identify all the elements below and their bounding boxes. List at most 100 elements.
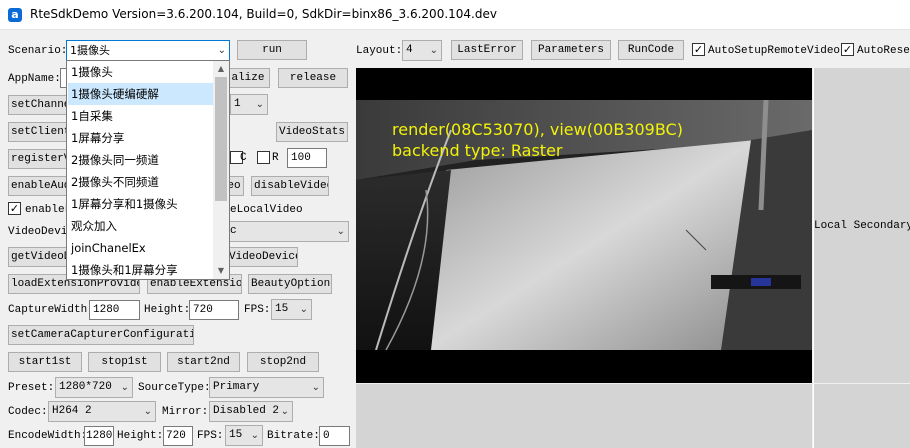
- dropdown-item[interactable]: 1摄像头和1屏幕分享: [68, 259, 213, 279]
- dropdown-item[interactable]: 1自采集: [68, 105, 213, 127]
- codec-select[interactable]: H264 2 ⌄: [48, 401, 156, 422]
- app-icon: a: [8, 8, 22, 22]
- enable-local-checkbox[interactable]: ✓: [8, 202, 21, 215]
- preset-label: Preset:: [8, 382, 55, 394]
- scenario-dropdown-list: 1摄像头 1摄像头硬编硬解 1自采集 1屏幕分享 2摄像头同一频道 2摄像头不同…: [66, 60, 230, 280]
- encode-height-input[interactable]: 720: [163, 426, 193, 446]
- encode-fps-label: FPS:: [197, 430, 224, 442]
- fps-value: 15: [275, 303, 289, 315]
- dropdown-item[interactable]: 1屏幕分享: [68, 127, 213, 149]
- stop2nd-button[interactable]: stop2nd: [247, 352, 319, 372]
- title-bar: a RteSdkDemo Version=3.6.200.104, Build=…: [0, 0, 910, 30]
- remote-video-view-2: [813, 384, 910, 448]
- chevron-down-icon: ⌄: [120, 382, 129, 393]
- preset-select[interactable]: 1280*720 ⌄: [55, 377, 133, 398]
- local-video-view: render(08C53070), view(00B309BC) backend…: [356, 68, 812, 383]
- enable-local-label: enableL: [25, 204, 72, 216]
- encode-width-input[interactable]: 1280: [84, 426, 114, 446]
- initialize-button[interactable]: alize: [226, 68, 270, 88]
- video-device-select[interactable]: c ⌄: [226, 221, 349, 242]
- disable-video-button[interactable]: disableVideo: [251, 176, 329, 196]
- video-device-button[interactable]: VideoDevice: [226, 247, 298, 267]
- dropdown-item-selected[interactable]: 1摄像头硬编硬解: [68, 83, 213, 105]
- layout-label: Layout:: [356, 45, 403, 57]
- set-channel-button[interactable]: setChanne: [8, 95, 68, 115]
- local-video-label: eLocalVideo: [230, 204, 303, 216]
- mirror-value: Disabled 2: [213, 405, 280, 417]
- video-device-label: VideoDevic: [8, 226, 75, 238]
- dropdown-item[interactable]: 2摄像头不同频道: [68, 171, 213, 193]
- dropdown-item[interactable]: 1屏幕分享和1摄像头: [68, 193, 213, 215]
- auto-setup-remote-video-label: AutoSetupRemoteVideo: [708, 45, 841, 57]
- video-stats-button[interactable]: VideoStats: [276, 122, 348, 142]
- start2nd-button[interactable]: start2nd: [167, 352, 240, 372]
- render-info-overlay: render(08C53070), view(00B309BC): [392, 120, 683, 139]
- backend-type-overlay: backend type: Raster: [392, 141, 563, 160]
- appname-label: AppName:: [8, 73, 61, 85]
- chevron-down-icon: ⌄: [336, 226, 345, 237]
- chevron-down-icon: ⌄: [280, 406, 289, 417]
- channel-value: 1: [234, 98, 241, 110]
- auto-reset-checkbox[interactable]: ✓: [841, 43, 854, 56]
- chevron-down-icon: ⌄: [429, 45, 438, 56]
- fps-select[interactable]: 15 ⌄: [271, 299, 312, 320]
- chevron-down-icon: ⌄: [311, 382, 320, 393]
- scroll-up-arrow-icon[interactable]: ▲: [213, 61, 229, 77]
- chevron-down-icon: ⌄: [217, 45, 226, 56]
- encode-fps-select[interactable]: 15 ⌄: [225, 425, 263, 446]
- chevron-down-icon: ⌄: [255, 99, 264, 110]
- parameters-button[interactable]: Parameters: [531, 40, 611, 60]
- source-type-value: Primary: [213, 381, 260, 393]
- run-code-button[interactable]: RunCode: [618, 40, 684, 60]
- local-secondary-label: Local Secondary: [814, 220, 910, 232]
- dropdown-scrollbar[interactable]: ▲ ▼: [213, 61, 229, 279]
- layout-value: 4: [406, 44, 413, 56]
- bitrate-input[interactable]: 0: [319, 426, 350, 446]
- codec-label: Codec:: [8, 406, 48, 418]
- chevron-down-icon: ⌄: [143, 406, 152, 417]
- scrollbar-thumb[interactable]: [215, 77, 227, 201]
- scenario-value: 1摄像头: [70, 44, 110, 57]
- get-video-device-button[interactable]: getVideoD: [8, 247, 68, 267]
- mirror-label: Mirror:: [162, 406, 209, 418]
- channel-select[interactable]: 1 ⌄: [230, 94, 268, 115]
- chevron-down-icon: ⌄: [250, 430, 259, 441]
- c-label: C: [240, 152, 247, 164]
- register-button[interactable]: registerV: [8, 149, 68, 169]
- scenario-label: Scenario:: [8, 45, 68, 57]
- preset-value: 1280*720: [59, 381, 112, 393]
- scroll-down-arrow-icon[interactable]: ▼: [213, 263, 229, 279]
- release-button[interactable]: release: [278, 68, 348, 88]
- mirror-select[interactable]: Disabled 2 ⌄: [209, 401, 293, 422]
- encode-height-label: Height:: [117, 430, 164, 442]
- run-button[interactable]: run: [237, 40, 307, 60]
- auto-setup-remote-video-checkbox[interactable]: ✓: [692, 43, 705, 56]
- set-camera-capturer-configuration-button[interactable]: setCameraCapturerConfiguration: [8, 325, 194, 345]
- encode-width-label: EncodeWidth:: [8, 430, 88, 442]
- remote-video-view-1: [356, 384, 812, 448]
- stop1st-button[interactable]: stop1st: [88, 352, 161, 372]
- chevron-down-icon: ⌄: [299, 304, 308, 315]
- r-checkbox[interactable]: [257, 151, 270, 164]
- dropdown-item[interactable]: joinChanelEx: [68, 237, 213, 259]
- dropdown-item[interactable]: 2摄像头同一频道: [68, 149, 213, 171]
- capture-height-input[interactable]: 720: [189, 300, 239, 320]
- r-label: R: [272, 152, 279, 164]
- layout-select[interactable]: 4 ⌄: [402, 40, 442, 61]
- auto-reset-label: AutoReset: [857, 45, 910, 57]
- capture-height-label: Height:: [144, 304, 191, 316]
- last-error-button[interactable]: LastError: [451, 40, 523, 60]
- beauty-options-button[interactable]: BeautyOptions: [248, 274, 332, 294]
- source-type-select[interactable]: Primary ⌄: [209, 377, 324, 398]
- enable-audio-button[interactable]: enableAud: [8, 176, 68, 196]
- set-client-button[interactable]: setClient: [8, 122, 68, 142]
- dropdown-item[interactable]: 1摄像头: [68, 61, 213, 83]
- source-type-label: SourceType:: [138, 382, 211, 394]
- fps-label: FPS:: [244, 304, 271, 316]
- capture-width-input[interactable]: 1280: [89, 300, 140, 320]
- start1st-button[interactable]: start1st: [8, 352, 82, 372]
- scenario-select[interactable]: 1摄像头 ⌄: [66, 40, 230, 61]
- r-value-input[interactable]: 100: [287, 148, 327, 168]
- dropdown-item[interactable]: 观众加入: [68, 215, 213, 237]
- encode-fps-value: 15: [229, 429, 243, 441]
